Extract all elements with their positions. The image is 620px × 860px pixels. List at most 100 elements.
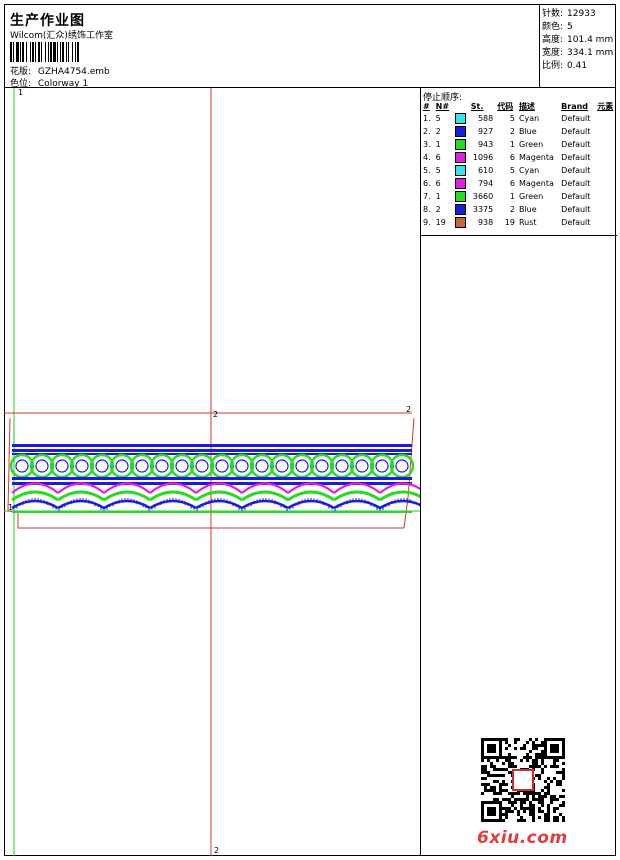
row-element (595, 164, 617, 177)
row-brand: Default (561, 140, 591, 149)
mark-2-bottom: 2 (214, 846, 220, 855)
table-row: 5. 5 610 5 Cyan Default (421, 164, 617, 177)
color-swatch (454, 139, 466, 150)
mark-1-top: 1 (18, 88, 24, 97)
row-code: 1 (509, 192, 515, 201)
row-index: 9. (423, 218, 431, 227)
header-block: 生产作业图 Wilcom(汇众)绣饰工作室 花版: GZHA4754.emb 色… (4, 4, 540, 89)
row-stitches: 938 (477, 218, 494, 227)
row-description: Cyan (518, 114, 540, 123)
col-description: 描述 (518, 101, 535, 111)
row-code: 2 (509, 127, 515, 136)
row-code: 6 (509, 179, 515, 188)
table-row: 3. 1 943 1 Green Default (421, 138, 617, 151)
row-element (595, 190, 617, 203)
mark-2-mid: 2 (213, 410, 219, 419)
watermark-text: 6xiu.com (477, 828, 568, 848)
stat-colors: 颜色: 5 (542, 19, 573, 32)
row-swatch (453, 177, 469, 190)
row-stitches: 943 (477, 140, 494, 149)
stat-height-label: 高度: (542, 35, 564, 45)
row-description: Cyan (518, 166, 540, 175)
row-swatch (453, 216, 469, 229)
sequence-divider (421, 235, 617, 236)
row-description: Magenta (518, 179, 554, 188)
row-index: 1. (423, 114, 431, 123)
row-swatch (453, 138, 469, 151)
stat-colors-value: 5 (567, 22, 573, 32)
row-code: 19 (504, 218, 515, 227)
color-swatch (454, 204, 466, 215)
row-index: 4. (423, 153, 431, 162)
col-stitches: St. (470, 101, 484, 111)
stat-stitches: 针数: 12933 (542, 6, 596, 19)
row-stitches: 588 (477, 114, 494, 123)
row-brand: Default (561, 192, 591, 201)
stat-height: 高度: 101.4 mm (542, 32, 613, 45)
row-code: 6 (509, 153, 515, 162)
stat-width-value: 334.1 mm (567, 48, 614, 58)
table-row: 2. 2 927 2 Blue Default (421, 125, 617, 138)
row-brand: Default (561, 166, 591, 175)
row-stitches: 1096 (472, 153, 494, 162)
row-stitches: 927 (477, 127, 494, 136)
table-row: 9. 19 938 19 Rust Default (421, 216, 617, 229)
row-code: 1 (509, 140, 515, 149)
stop-sequence-panel: 停止顺序: # N# St. 代码 描述 Brand 元素 1. 5 588 5 Cya… (420, 88, 617, 856)
row-swatch (453, 112, 469, 125)
row-index: 7. (423, 192, 431, 201)
row-needle: 6 (435, 179, 441, 188)
col-brand: Brand (561, 101, 589, 111)
row-index: 2. (423, 127, 431, 136)
row-element (595, 177, 617, 190)
row-stitches: 3375 (472, 205, 494, 214)
qr-code (481, 738, 565, 822)
color-swatch (454, 165, 466, 176)
embroidery-motif (9, 444, 427, 513)
row-brand: Default (561, 218, 591, 227)
studio-name: Wilcom(汇众)绣饰工作室 (10, 31, 113, 41)
row-swatch (453, 164, 469, 177)
row-needle: 6 (435, 153, 441, 162)
row-description: Green (518, 140, 544, 149)
stat-height-value: 101.4 mm (567, 35, 614, 45)
row-swatch (453, 125, 469, 138)
stat-scale-value: 0.41 (567, 61, 588, 71)
row-needle: 2 (435, 205, 441, 214)
embroidery-preview (4, 88, 427, 856)
color-swatch (454, 178, 466, 189)
col-index: # (423, 101, 430, 111)
stat-width: 宽度: 334.1 mm (542, 45, 613, 58)
row-swatch (453, 203, 469, 216)
stat-stitches-label: 针数: (542, 9, 564, 19)
row-swatch (453, 190, 469, 203)
stat-scale-label: 比例: (542, 61, 564, 71)
col-element: 元素 (597, 101, 614, 111)
table-row: 7. 1 3660 1 Green Default (421, 190, 617, 203)
stat-stitches-value: 12933 (567, 9, 596, 19)
row-stitches: 3660 (472, 192, 494, 201)
design-canvas: 1 1 2 2 2 (4, 88, 427, 856)
row-index: 5. (423, 166, 431, 175)
row-needle: 1 (435, 192, 441, 201)
color-swatch (454, 113, 466, 124)
row-stitches: 794 (477, 179, 494, 188)
row-needle: 1 (435, 140, 441, 149)
row-element (595, 151, 617, 164)
table-row: 6. 6 794 6 Magenta Default (421, 177, 617, 190)
row-element (595, 112, 617, 125)
row-description: Rust (518, 218, 537, 227)
page-title: 生产作业图 (10, 13, 85, 29)
stat-colors-label: 颜色: (542, 22, 564, 32)
row-index: 8. (423, 205, 431, 214)
col-code: 代码 (497, 101, 514, 111)
barcode (10, 42, 156, 62)
col-needle: N# (435, 101, 450, 111)
stat-scale: 比例: 0.41 (542, 58, 587, 71)
stat-width-label: 宽度: (542, 48, 564, 58)
row-code: 2 (509, 205, 515, 214)
row-needle: 2 (435, 127, 441, 136)
stop-sequence-table: # N# St. 代码 描述 Brand 元素 1. 5 588 5 Cyan Defau… (421, 100, 617, 229)
row-brand: Default (561, 205, 591, 214)
row-needle: 19 (435, 218, 446, 227)
